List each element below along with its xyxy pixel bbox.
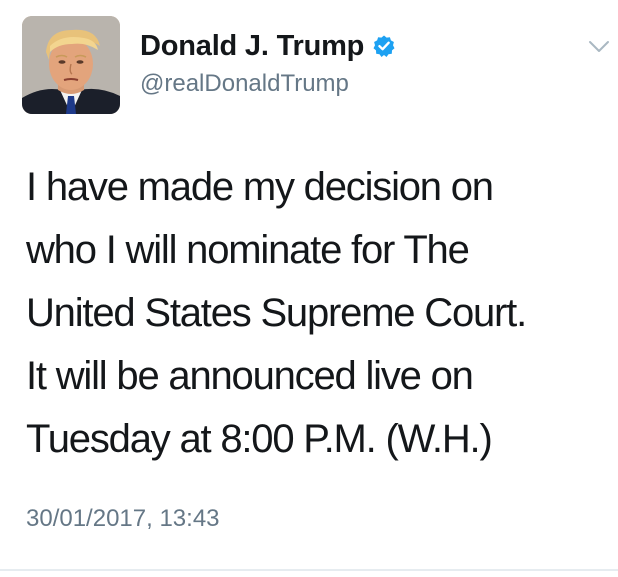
tweet-text-line: who I will nominate for The: [26, 228, 470, 272]
tweet-text-line: It will be announced live on: [26, 354, 474, 398]
avatar[interactable]: [22, 16, 120, 114]
user-handle[interactable]: @realDonaldTrump: [140, 70, 349, 98]
chevron-down-icon[interactable]: [588, 40, 610, 54]
display-name[interactable]: Donald J. Trump: [140, 30, 364, 63]
tweet-text-line: I have made my decision on: [26, 165, 494, 209]
tweet-text: I have made my decision on who I will no…: [26, 156, 606, 471]
profile-photo: [22, 16, 120, 114]
tweet-text-line: United States Supreme Court.: [26, 291, 527, 335]
user-name-row: Donald J. Trump: [140, 28, 396, 64]
verified-badge-icon: [372, 34, 396, 58]
divider: [0, 569, 618, 571]
tweet-text-line: Tuesday at 8:00 P.M. (W.H.): [26, 417, 493, 461]
tweet-timestamp[interactable]: 30/01/2017, 13:43: [26, 505, 220, 533]
tweet-card: Donald J. Trump @realDonaldTrump I have …: [0, 0, 618, 577]
